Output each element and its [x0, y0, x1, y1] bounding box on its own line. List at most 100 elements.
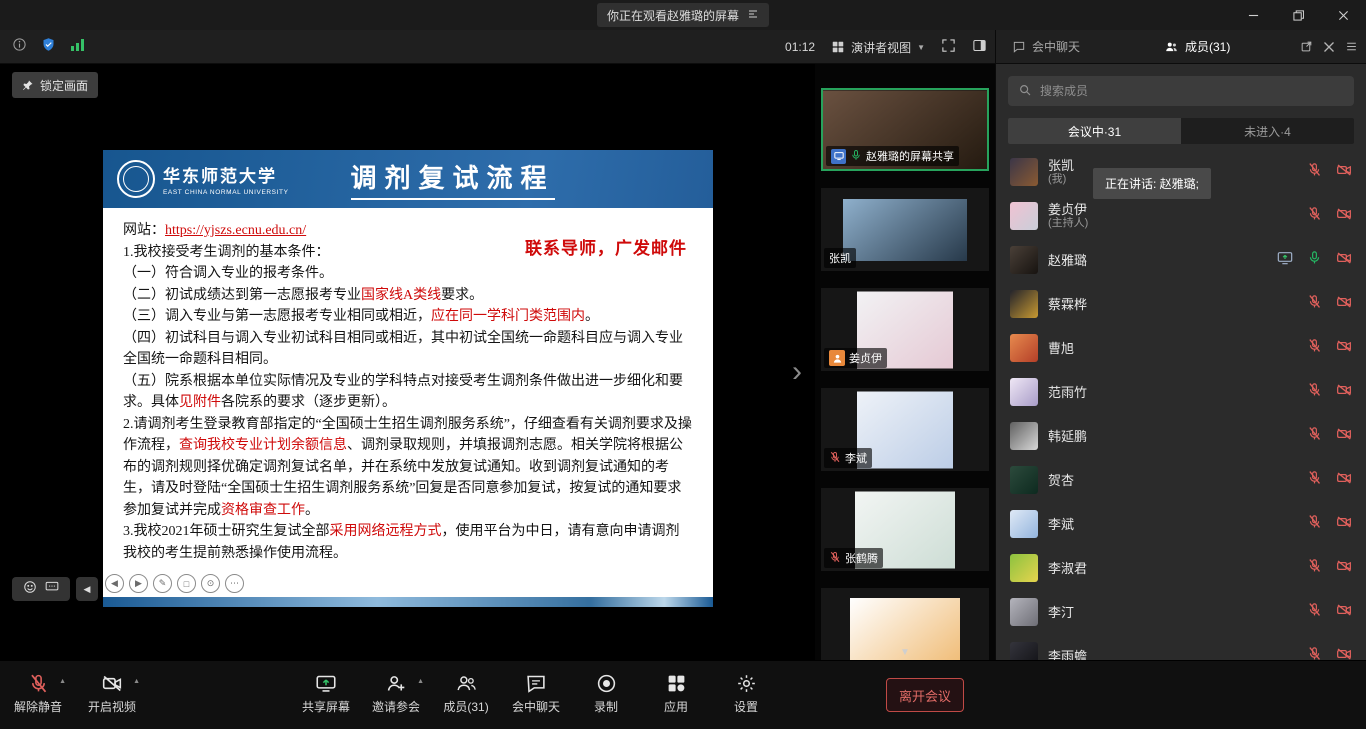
member-name: 韩延鹏	[1048, 429, 1087, 444]
tab-not-joined[interactable]: 未进入·4	[1181, 118, 1354, 144]
member-row[interactable]: 李雨蟾	[996, 634, 1366, 660]
screen-share-badge-icon	[831, 149, 846, 164]
popout-panel-icon[interactable]	[1300, 40, 1313, 53]
member-row[interactable]: 李淑君	[996, 546, 1366, 590]
share-screen-button[interactable]: 共享屏幕	[302, 670, 350, 715]
scroll-down-chevron[interactable]: ▼	[815, 647, 995, 658]
video-thumbnail[interactable]: 李斌	[821, 388, 989, 471]
network-signal-icon[interactable]	[70, 38, 85, 56]
settings-button[interactable]: 设置	[722, 670, 770, 715]
screen-share-icon	[1277, 250, 1293, 271]
chevron-up-icon[interactable]: ▲	[417, 678, 424, 685]
collapse-toolbar-button[interactable]: ◀	[76, 577, 98, 601]
member-row[interactable]: 蔡霖桦	[996, 282, 1366, 326]
camera-off-icon	[1336, 162, 1352, 183]
member-row[interactable]: 曹旭	[996, 326, 1366, 370]
thumbnail-label: 李斌	[824, 448, 872, 468]
apps-button[interactable]: 应用	[652, 670, 700, 715]
search-input[interactable]	[1008, 76, 1354, 106]
tab-in-meeting[interactable]: 会议中·31	[1008, 118, 1181, 144]
panel-menu-icon[interactable]	[1345, 40, 1358, 53]
member-row[interactable]: 姜贞伊(主持人)	[996, 194, 1366, 238]
member-row[interactable]: 赵雅璐	[996, 238, 1366, 282]
slide-text-line: （五）院系根据本单位实际情况及专业的学科特点对接受考生调剂条件做出进一步细化和要…	[123, 371, 693, 414]
caption-message-icon[interactable]	[45, 580, 59, 598]
video-thumbnail[interactable]: 姜贞伊	[821, 288, 989, 371]
tab-members[interactable]: 成员(31)	[1152, 30, 1242, 64]
member-avatar	[1010, 246, 1038, 274]
more-icon: ⋯	[225, 574, 244, 593]
member-name: 李汀	[1048, 605, 1074, 620]
close-button[interactable]	[1321, 0, 1366, 30]
member-name: 赵雅璐	[1048, 253, 1087, 268]
camera-off-icon	[1336, 646, 1352, 661]
invite-button[interactable]: 邀请参会 ▲	[372, 670, 420, 715]
member-role: (我)	[1048, 173, 1074, 186]
window-controls	[1231, 0, 1366, 30]
member-row[interactable]: 贺杏	[996, 458, 1366, 502]
info-icon[interactable]	[12, 37, 27, 57]
slide-text-line: （一）符合调入专业的报考条件。	[123, 263, 693, 285]
titlebar: 你正在观看赵雅璐的屏幕	[0, 0, 1366, 30]
unmute-button[interactable]: 解除静音 ▲	[14, 670, 62, 715]
camera-off-icon	[1336, 426, 1352, 447]
record-button[interactable]: 录制	[582, 670, 630, 715]
security-shield-icon[interactable]	[41, 37, 56, 57]
mic-muted-icon	[28, 670, 49, 696]
member-row[interactable]: 韩延鹏	[996, 414, 1366, 458]
member-row[interactable]: 李斌	[996, 502, 1366, 546]
mic-muted-icon	[1307, 294, 1322, 314]
video-thumbnail[interactable]: 赵雅璐的屏幕共享	[821, 88, 989, 171]
members-button[interactable]: 成员(31)	[442, 670, 490, 715]
member-avatar	[1010, 290, 1038, 318]
video-thumbnail[interactable]: 张凯	[821, 188, 989, 271]
shared-screen-area: 锁定画面 华东师范大学 EAST CHINA NORMAL UNIVERSITY…	[0, 64, 815, 660]
chevron-down-icon: ▼	[917, 43, 925, 52]
leave-meeting-button[interactable]: 离开会议	[886, 678, 964, 712]
member-avatar	[1010, 642, 1038, 660]
camera-off-icon	[1336, 294, 1352, 315]
mic-muted-icon	[1307, 162, 1322, 182]
start-video-button[interactable]: 开启视频 ▲	[88, 670, 136, 715]
video-thumbnail[interactable]: 张鹤腾	[821, 488, 989, 571]
view-mode-dropdown[interactable]: 演讲者视图 ▼	[831, 39, 925, 56]
chat-button[interactable]: 会中聊天	[512, 670, 560, 715]
participant-name: 张鹤腾	[845, 550, 878, 566]
close-panel-icon[interactable]	[1323, 41, 1335, 53]
fullscreen-icon[interactable]	[941, 38, 956, 56]
mic-muted-icon	[1307, 338, 1322, 358]
mic-muted-icon	[829, 551, 841, 566]
chat-icon	[525, 670, 547, 696]
smiley-icon[interactable]	[23, 580, 37, 599]
university-logo	[117, 160, 155, 198]
people-icon	[455, 670, 478, 696]
side-panel-toggle-icon[interactable]	[972, 38, 987, 56]
restore-button[interactable]	[1276, 0, 1321, 30]
expand-panel-chevron[interactable]: ›	[792, 357, 802, 387]
tab-chat[interactable]: 会中聊天	[1000, 30, 1092, 64]
member-avatar	[1010, 466, 1038, 494]
member-row[interactable]: 范雨竹	[996, 370, 1366, 414]
thumbnail-label: 姜贞伊	[824, 348, 887, 368]
mic-on-icon	[850, 149, 862, 164]
pen-icon: ✎	[153, 574, 172, 593]
mic-muted-icon	[1307, 382, 1322, 402]
record-icon	[596, 670, 617, 696]
member-row[interactable]: 李汀	[996, 590, 1366, 634]
member-avatar	[1010, 334, 1038, 362]
minimize-button[interactable]	[1231, 0, 1276, 30]
member-avatar	[1010, 378, 1038, 406]
mic-muted-icon	[1307, 470, 1322, 490]
camera-off-icon	[1336, 470, 1352, 491]
banner-menu-icon[interactable]	[747, 8, 759, 23]
next-page-icon: ▶	[129, 574, 148, 593]
video-thumbnail[interactable]	[821, 588, 989, 671]
lock-view-button[interactable]: 锁定画面	[12, 72, 98, 98]
member-search	[1008, 76, 1354, 106]
chevron-up-icon[interactable]: ▲	[133, 678, 140, 685]
camera-off-icon	[1336, 602, 1352, 623]
thumbnail-label: 赵雅璐的屏幕共享	[826, 146, 959, 166]
member-name: 蔡霖桦	[1048, 297, 1087, 312]
chevron-up-icon[interactable]: ▲	[59, 678, 66, 685]
thumbnail-strip: 赵雅璐的屏幕共享张凯姜贞伊李斌张鹤腾 ▼	[815, 64, 995, 660]
